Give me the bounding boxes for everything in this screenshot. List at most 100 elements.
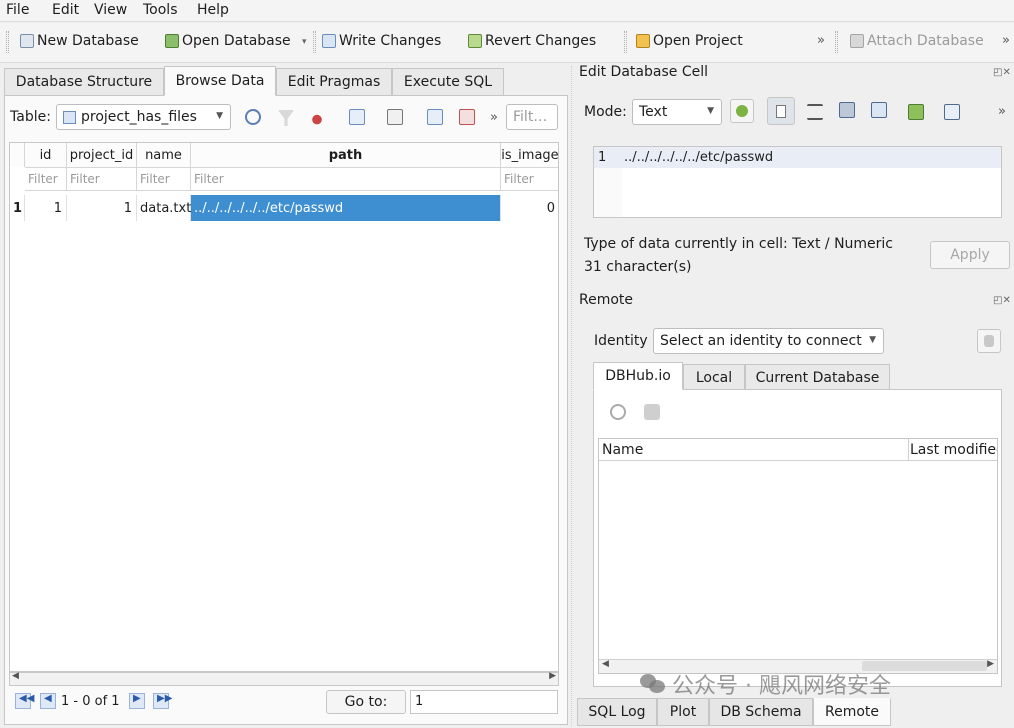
apply-button[interactable]: Apply [930,241,1010,269]
filter-id[interactable]: Filter [25,167,67,191]
refresh-icon[interactable] [610,404,626,420]
table-selector[interactable]: project_has_files ▼ [56,104,231,130]
column-header-path[interactable]: path [191,143,501,167]
cell-name[interactable]: data.txt [137,195,191,221]
last-record-icon: ▶▶ [157,693,173,704]
cell-project-id[interactable]: 1 [67,195,137,221]
attach-database-icon [850,34,864,48]
new-database-button[interactable]: New Database [20,33,139,49]
filter-is-image[interactable]: Filter [501,167,558,191]
open-project-button[interactable]: Open Project [636,33,743,49]
auto-format-icon[interactable] [807,104,823,120]
browse-toolbar-overflow-icon[interactable]: » [490,110,498,125]
cell-id[interactable]: 1 [25,195,67,221]
column-header-id[interactable]: id [25,143,67,167]
menu-edit[interactable]: Edit [52,2,79,18]
filter-project-id[interactable]: Filter [67,167,137,191]
data-grid[interactable]: id project_id name path is_image Filter … [9,142,559,672]
mode-selector-value: Text [639,104,668,120]
tab-dbhub[interactable]: DBHub.io [593,362,683,390]
toolbar-overflow-icon-2[interactable]: » [1002,33,1010,48]
horizontal-scrollbar[interactable]: ◀ ▶ [9,671,559,686]
scroll-right-icon[interactable]: ▶ [987,659,994,669]
refresh-icon[interactable] [245,109,261,125]
write-changes-button[interactable]: Write Changes [322,33,441,49]
dock-tab-plot[interactable]: Plot [657,698,709,726]
next-record-button[interactable]: ▶ [129,693,145,709]
set-null-icon[interactable] [908,104,924,120]
attach-database-label: Attach Database [867,33,984,49]
global-filter-input[interactable]: Filt… [506,104,558,130]
remote-tab-content: Name Last modified ◀ ▶ [593,389,1002,687]
menu-view[interactable]: View [94,2,127,18]
new-database-icon [20,34,34,48]
auto-switch-button[interactable] [730,99,754,123]
insert-record-icon[interactable] [427,109,443,125]
float-close-icon[interactable]: ◰✕ [993,67,1011,78]
print-icon[interactable] [387,109,403,125]
scroll-left-icon[interactable]: ◀ [602,659,609,669]
attach-database-button[interactable]: Attach Database [850,33,984,49]
revert-changes-button[interactable]: Revert Changes [468,33,596,49]
pane-splitter[interactable] [571,66,573,726]
menu-help[interactable]: Help [197,2,229,18]
open-database-dropdown-icon[interactable]: ▾ [302,37,307,47]
previous-record-button[interactable]: ◀ [40,693,56,709]
revert-changes-icon [468,34,482,48]
tab-execute-sql[interactable]: Execute SQL [392,68,504,96]
export-icon[interactable] [871,102,887,118]
tab-edit-pragmas[interactable]: Edit Pragmas [276,68,392,96]
remote-column-name[interactable]: Name [599,439,909,461]
save-table-icon[interactable] [349,109,365,125]
scroll-right-icon[interactable]: ▶ [549,671,556,681]
cell-editor[interactable]: 1 ../../../../../../etc/passwd [593,146,1002,218]
tab-current-database[interactable]: Current Database [745,364,890,392]
identity-settings-button[interactable] [977,329,1001,353]
tab-local[interactable]: Local [683,364,745,392]
cell-path-selected[interactable]: ../../../../../../etc/passwd [191,195,501,221]
edit-cell-overflow-icon[interactable]: » [998,104,1006,119]
cell-is-image[interactable]: 0 [501,195,558,221]
clone-database-icon[interactable] [644,404,660,420]
cell-editor-text: ../../../../../../etc/passwd [624,150,774,165]
dock-tab-db-schema[interactable]: DB Schema [709,698,813,726]
remote-list[interactable]: Name Last modified ◀ ▶ [598,438,998,674]
first-record-icon: ◀◀ [19,693,35,704]
goto-input[interactable]: 1 [410,690,558,714]
scroll-left-icon[interactable]: ◀ [12,671,19,681]
toolbar-overflow-icon[interactable]: » [817,33,825,48]
corner-header[interactable] [10,143,25,167]
menu-file[interactable]: File [6,2,29,18]
open-in-app-icon[interactable] [944,104,960,120]
goto-button[interactable]: Go to: [326,690,406,714]
first-record-button[interactable]: ◀◀ [15,693,35,709]
open-database-button[interactable]: Open Database [165,33,291,49]
line-number: 1 [598,150,607,165]
main-toolbar: New Database Open Database ▾ Write Chang… [0,23,1014,63]
column-header-name[interactable]: name [137,143,191,167]
delete-record-icon[interactable] [459,109,475,125]
new-database-label: New Database [37,33,139,49]
remote-float-close-icon[interactable]: ◰✕ [993,295,1011,306]
filter-path[interactable]: Filter [191,167,501,191]
remote-column-last-modified[interactable]: Last modified [909,439,997,461]
import-icon[interactable] [839,102,855,118]
database-icon [984,335,994,347]
watermark-text: 公众号 · 飓风网络安全 [672,674,891,699]
menu-tools[interactable]: Tools [143,2,178,18]
dock-tab-sql-log[interactable]: SQL Log [577,698,657,726]
toolbar-grip[interactable] [6,31,9,53]
identity-selector[interactable]: Select an identity to connect ▼ [653,328,884,354]
filter-name[interactable]: Filter [137,167,191,191]
table-icon [63,110,76,124]
tab-browse-data[interactable]: Browse Data [164,66,276,96]
chevron-down-icon: ▼ [707,106,714,116]
column-header-is-image[interactable]: is_image [501,143,558,167]
last-record-button[interactable]: ▶▶ [153,693,173,709]
mode-selector[interactable]: Text ▼ [632,99,722,125]
row-header[interactable]: 1 [10,195,25,221]
word-wrap-button[interactable] [767,97,795,125]
tab-database-structure[interactable]: Database Structure [4,68,164,96]
column-header-project-id[interactable]: project_id [67,143,137,167]
dock-tab-remote[interactable]: Remote [813,698,891,726]
